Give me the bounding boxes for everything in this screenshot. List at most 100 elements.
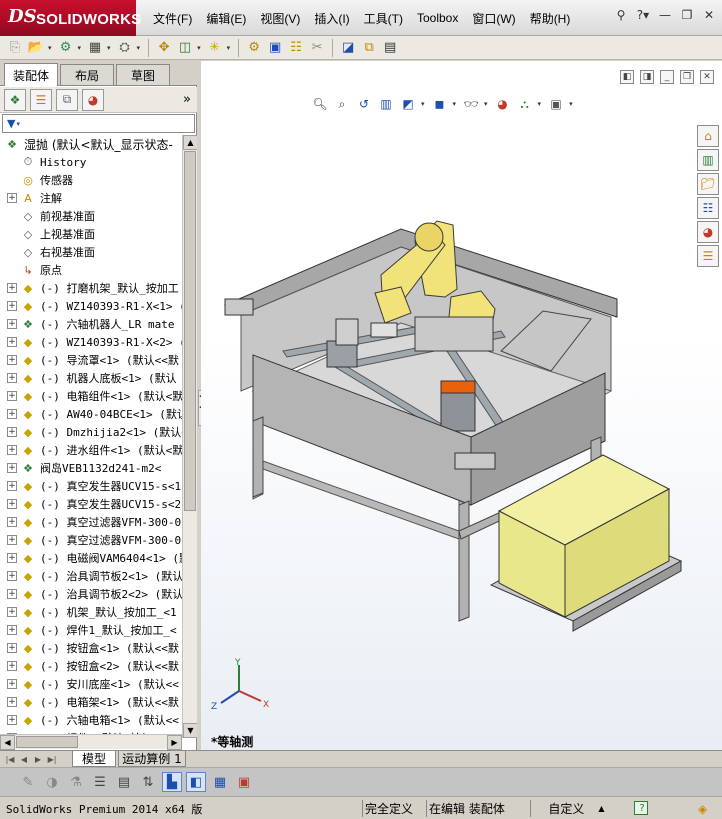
status-units[interactable]: 自定义 ▲ — [530, 800, 620, 817]
tree-item[interactable]: + ❖ 阀岛VEB1132d241-m2< — [0, 459, 182, 477]
mate-icon[interactable]: ⚙ — [57, 39, 75, 57]
expand-toggle-icon[interactable]: + — [7, 445, 17, 455]
tree-item[interactable]: + ◆ (-) 六轴电箱<1> (默认<< — [0, 711, 182, 729]
grid-view-icon[interactable]: ▦ — [210, 772, 230, 792]
tree-item[interactable]: + ◆ (-) AW40-04BCE<1> (默认 — [0, 405, 182, 423]
3d-view-icon[interactable]: ◧ — [186, 772, 206, 792]
menu-insert[interactable]: 插入(I) — [307, 10, 356, 27]
help-icon[interactable]: ?▾ — [634, 6, 652, 24]
tree-item[interactable]: + ◆ (-) 按钮盒<2> (默认<<默 — [0, 657, 182, 675]
tree-item[interactable]: + ◆ (-) 进水组件<1> (默认<默 — [0, 441, 182, 459]
bill-of-materials-icon[interactable]: ☷ — [287, 39, 305, 57]
restore-icon[interactable]: ❐ — [678, 6, 696, 24]
expand-toggle-icon[interactable]: + — [7, 481, 17, 491]
tree-item[interactable]: + ◆ (-) Dmzhijia2<1> (默认< — [0, 423, 182, 441]
tree-item[interactable]: ◇ 右视基准面 — [0, 243, 182, 261]
expand-toggle-icon[interactable]: + — [7, 283, 17, 293]
tab-sketch[interactable]: 草图 — [116, 64, 170, 85]
tree-item[interactable]: + ◆ (-) 电箱架<1> (默认<<默 — [0, 693, 182, 711]
graphics-area[interactable]: ◧ ◨ _ ❐ ✕ 🔍︎ ⌕ ↺ ▥ ◩ ▾ ◼ ▾ 👓︎ ▾ ◕ ⛬ ▾ ▣ ▾ ⌂ ▥… — [201, 61, 722, 750]
tree-vertical-scrollbar[interactable]: ▲ ▼ — [182, 135, 198, 738]
tree-item[interactable]: ◎ 传感器 — [0, 171, 182, 189]
menu-file[interactable]: 文件(F) — [146, 10, 199, 27]
tab-last-icon[interactable]: ▶| — [46, 753, 58, 766]
scroll-down-arrow-icon[interactable]: ▼ — [183, 723, 198, 738]
expand-toggle-icon[interactable]: + — [7, 697, 17, 707]
tree-item[interactable]: ↳ 原点 — [0, 261, 182, 279]
move-component-icon[interactable]: ✥ — [155, 39, 173, 57]
scroll-thumb-horizontal[interactable] — [16, 736, 78, 748]
edit-part-icon[interactable]: ✎ — [18, 772, 38, 792]
tree-item[interactable]: + ◆ (-) 安川底座<1> (默认<< — [0, 675, 182, 693]
tree-item[interactable]: + A 注解 — [0, 189, 182, 207]
reference-geometry-icon[interactable]: ⚙ — [245, 39, 263, 57]
expand-toggle-icon[interactable]: + — [7, 301, 17, 311]
scroll-right-arrow-icon[interactable]: ▶ — [167, 735, 182, 750]
tree-item[interactable]: + ❖ (-) 六轴机器人_LR mate — [0, 315, 182, 333]
property-manager-icon[interactable]: ☰ — [30, 88, 52, 111]
tree-item[interactable]: + ◆ (-) 真空过滤器VFM-300-0 — [0, 531, 182, 549]
instant3d-icon[interactable]: ▤ — [381, 39, 399, 57]
expand-toggle-icon[interactable]: + — [7, 607, 17, 617]
tree-item[interactable]: + ◆ (-) 按钮盒<1> (默认<<默 — [0, 639, 182, 657]
interference-detection-icon[interactable]: ◪ — [339, 39, 357, 57]
tree-item[interactable]: ⏱ History — [0, 153, 182, 171]
expand-toggle-icon[interactable]: + — [7, 391, 17, 401]
tree-item[interactable]: + ◆ (-) 真空发生器UCV15-s<2 — [0, 495, 182, 513]
expand-toggle-icon[interactable]: + — [7, 643, 17, 653]
menu-window[interactable]: 窗口(W) — [465, 10, 522, 27]
expand-toggle-icon[interactable]: + — [7, 517, 17, 527]
tree-root-assembly[interactable]: ❖ 湿抛 (默认<默认_显示状态- — [0, 135, 182, 153]
tree-item[interactable]: + ◆ (-) WZ140393-R1-X<2> (默 — [0, 333, 182, 351]
solidworks-logo[interactable]: DS SOLIDWORKS — [0, 0, 141, 36]
exploded-view-icon[interactable]: ✂ — [308, 39, 326, 57]
new-motion-study-icon[interactable]: ▣ — [266, 39, 284, 57]
tab-layout[interactable]: 布局 — [60, 64, 114, 85]
expand-toggle-icon[interactable]: + — [7, 409, 17, 419]
tree-filter[interactable]: ▼ ▾ — [2, 114, 195, 133]
pin-icon[interactable]: ⚲ — [612, 6, 630, 24]
tree-item[interactable]: + ◆ (-) WZ140393-R1-X<1> (默 — [0, 297, 182, 315]
expand-toggle-icon[interactable]: + — [7, 373, 17, 383]
tab-next-icon[interactable]: ▶ — [32, 753, 44, 766]
expand-panel-icon[interactable]: » — [183, 92, 191, 107]
menu-view[interactable]: 视图(V) — [253, 10, 307, 27]
menu-edit[interactable]: 编辑(E) — [199, 10, 253, 27]
expand-toggle-icon[interactable]: + — [7, 193, 17, 203]
rearrange-icon[interactable]: ⇅ — [138, 772, 158, 792]
tree-item[interactable]: + ◆ (-) 打磨机架_默认_按加工 — [0, 279, 182, 297]
expand-toggle-icon[interactable]: + — [7, 319, 17, 329]
expand-toggle-icon[interactable]: + — [7, 553, 17, 563]
expand-toggle-icon[interactable]: + — [7, 337, 17, 347]
show-hidden-icon[interactable]: ◫ — [176, 39, 194, 57]
filter-icon[interactable]: ▼ — [7, 117, 15, 130]
feature-manager-tree-icon[interactable]: ❖ — [4, 88, 26, 111]
tab-first-icon[interactable]: |◀ — [4, 753, 16, 766]
tab-model[interactable]: 模型 — [72, 751, 116, 767]
chart-view-icon[interactable]: ▙ — [162, 772, 182, 792]
table-view-icon[interactable]: ▤ — [114, 772, 134, 792]
linear-pattern-icon[interactable]: ▦ — [86, 39, 104, 57]
tree-item[interactable]: ◇ 上视基准面 — [0, 225, 182, 243]
minimize-icon[interactable]: — — [656, 6, 674, 24]
assembly-model[interactable] — [201, 61, 722, 750]
expand-toggle-icon[interactable]: + — [7, 571, 17, 581]
expand-toggle-icon[interactable]: + — [7, 589, 17, 599]
tree-item[interactable]: + ◆ (-) 导流罩<1> (默认<<默 — [0, 351, 182, 369]
expand-toggle-icon[interactable]: + — [7, 715, 17, 725]
expand-toggle-icon[interactable]: + — [7, 535, 17, 545]
expand-toggle-icon[interactable]: + — [7, 355, 17, 365]
component-properties-icon[interactable]: ⚗ — [66, 772, 86, 792]
scroll-up-arrow-icon[interactable]: ▲ — [183, 135, 198, 150]
expand-toggle-icon[interactable]: + — [7, 661, 17, 671]
save-view-icon[interactable]: ▣ — [234, 772, 254, 792]
expand-toggle-icon[interactable]: + — [7, 625, 17, 635]
configuration-manager-icon[interactable]: ⧉ — [56, 88, 78, 111]
scroll-left-arrow-icon[interactable]: ◀ — [0, 735, 15, 750]
tree-horizontal-scrollbar[interactable]: ◀ ▶ — [0, 734, 182, 750]
tree-item[interactable]: + ◆ (-) 电箱组件<1> (默认<默 — [0, 387, 182, 405]
menu-toolbox[interactable]: Toolbox — [410, 11, 465, 25]
tree-item[interactable]: + ◆ (-) 机器人底板<1> (默认 — [0, 369, 182, 387]
list-view-icon[interactable]: ☰ — [90, 772, 110, 792]
menu-help[interactable]: 帮助(H) — [523, 10, 578, 27]
